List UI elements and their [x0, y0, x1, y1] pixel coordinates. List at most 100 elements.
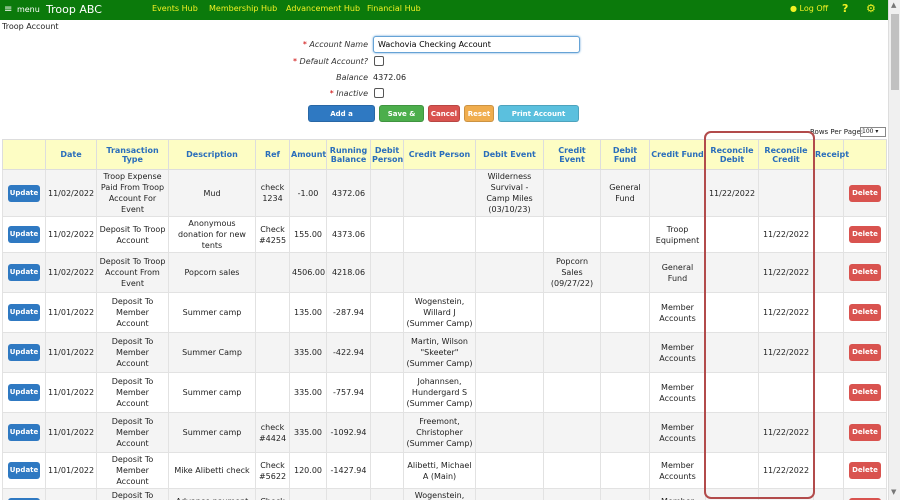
page-scrollbar[interactable]: ▲ ▼ [888, 0, 900, 500]
cell-running-balance: -1092.94 [326, 412, 371, 453]
cell-update: Update [2, 332, 46, 373]
cell-debit-fund [600, 292, 650, 333]
table-header-row: Date Transaction Type Description Ref Amount… [2, 139, 887, 170]
cell-debit-event [475, 252, 544, 293]
reset-button[interactable]: Reset [464, 105, 494, 122]
delete-button[interactable]: Delete [849, 304, 881, 321]
update-button[interactable]: Update [8, 462, 40, 479]
logoff-link[interactable]: ● Log Off [790, 4, 828, 13]
column-header[interactable]: Reconcile Debit [705, 139, 759, 170]
column-header[interactable]: Credit Fund [649, 139, 706, 170]
cell-debit-event [475, 332, 544, 373]
inactive-label: * Inactive [329, 89, 368, 98]
cell-transaction-type: Deposit To Member Account [96, 488, 169, 500]
cell-update: Update [2, 169, 46, 217]
column-header[interactable]: Amount [289, 139, 327, 170]
column-header[interactable]: Credit Event [543, 139, 601, 170]
cell-running-balance: 4372.06 [326, 169, 371, 217]
cell-reconcile-credit: 11/22/2022 [758, 332, 814, 373]
add-transaction-button[interactable]: Add a Transaction [308, 105, 375, 135]
inactive-checkbox[interactable] [374, 88, 384, 98]
column-header[interactable]: Date [45, 139, 97, 170]
cell-running-balance: -422.94 [326, 332, 371, 373]
update-button[interactable]: Update [8, 424, 40, 441]
delete-button[interactable]: Delete [849, 226, 881, 243]
cell-amount: 335.00 [289, 412, 327, 453]
update-button[interactable]: Update [8, 344, 40, 361]
cell-reconcile-debit [705, 252, 759, 293]
column-header[interactable]: Reconcile Credit [758, 139, 814, 170]
cell-reconcile-credit: 11/22/2022 [758, 488, 814, 500]
cell-credit-event [543, 372, 601, 413]
cell-ref [255, 292, 290, 333]
delete-button[interactable]: Delete [849, 264, 881, 281]
cell-reconcile-credit [758, 169, 814, 217]
cell-running-balance: -1427.94 [326, 452, 371, 489]
cell-debit-event [475, 216, 544, 253]
cell-debit-person [370, 488, 404, 500]
column-header[interactable]: Debit Person [370, 139, 404, 170]
column-header[interactable]: Ref [255, 139, 290, 170]
delete-button[interactable]: Delete [849, 344, 881, 361]
cell-ref [255, 332, 290, 373]
nav-link-financial-hub[interactable]: Financial Hub [367, 4, 421, 13]
delete-button[interactable]: Delete [849, 384, 881, 401]
cell-description: Summer Camp [168, 332, 256, 373]
scroll-up-arrow-icon[interactable]: ▲ [891, 1, 896, 9]
cell-ref: Check #4255 [255, 216, 290, 253]
nav-link-membership-hub[interactable]: Membership Hub [209, 4, 277, 13]
update-button[interactable]: Update [8, 384, 40, 401]
cell-debit-event [475, 452, 544, 489]
cell-transaction-type: Deposit To Member Account [96, 372, 169, 413]
cell-reconcile-credit: 11/22/2022 [758, 412, 814, 453]
default-account-checkbox[interactable] [374, 56, 384, 66]
update-button[interactable]: Update [8, 184, 40, 202]
column-header[interactable]: Transaction Type [96, 139, 169, 170]
cell-credit-fund: Member Accounts [649, 452, 706, 489]
scroll-down-arrow-icon[interactable]: ▼ [891, 488, 896, 496]
update-button[interactable]: Update [8, 304, 40, 321]
scroll-thumb[interactable] [891, 14, 899, 90]
nav-link-events-hub[interactable]: Events Hub [152, 4, 198, 13]
print-summary-button[interactable]: Print Account Summary [498, 105, 579, 135]
rows-per-page-select[interactable]: 100 ▾ [860, 127, 886, 137]
table-row: Update 11/01/2022Deposit To Member Accoun… [2, 452, 887, 489]
cell-delete: Delete [843, 332, 887, 373]
column-header[interactable]: Debit Event [475, 139, 544, 170]
column-header[interactable]: Receipt [813, 139, 849, 170]
delete-button[interactable]: Delete [849, 184, 881, 202]
cell-receipt [813, 488, 844, 500]
column-header[interactable] [2, 139, 46, 170]
column-header[interactable] [843, 139, 887, 170]
account-name-input[interactable] [373, 36, 580, 53]
delete-button[interactable]: Delete [849, 462, 881, 479]
cell-reconcile-debit [705, 332, 759, 373]
cancel-button[interactable]: Cancel [428, 105, 460, 122]
cell-delete: Delete [843, 452, 887, 489]
column-header[interactable]: Credit Person [403, 139, 476, 170]
menu-button[interactable]: ≡ menu [4, 4, 40, 15]
help-icon[interactable]: ? [842, 2, 848, 15]
save-exit-button[interactable]: Save & Exit [379, 105, 424, 135]
cell-delete: Delete [843, 412, 887, 453]
cell-reconcile-credit: 11/22/2022 [758, 216, 814, 253]
column-header[interactable]: Running Balance [326, 139, 371, 170]
brand-title[interactable]: Troop ABC [46, 3, 102, 16]
cell-description: Summer camp [168, 372, 256, 413]
update-button[interactable]: Update [8, 226, 40, 243]
column-header[interactable]: Description [168, 139, 256, 170]
cell-reconcile-debit [705, 452, 759, 489]
gear-icon[interactable]: ⚙ [866, 2, 876, 15]
top-navbar: ≡ menu Troop ABC Events Hub Membership H… [0, 0, 888, 20]
cell-running-balance: 4373.06 [326, 216, 371, 253]
delete-button[interactable]: Delete [849, 424, 881, 441]
column-header[interactable]: Debit Fund [600, 139, 650, 170]
nav-link-advancement-hub[interactable]: Advancement Hub [286, 4, 360, 13]
update-button[interactable]: Update [8, 264, 40, 281]
cell-transaction-type: Deposit To Troop Account From Event [96, 252, 169, 293]
cell-debit-event [475, 372, 544, 413]
cell-receipt [813, 412, 844, 453]
cell-debit-fund [600, 488, 650, 500]
cell-delete: Delete [843, 488, 887, 500]
cell-credit-event [543, 169, 601, 217]
